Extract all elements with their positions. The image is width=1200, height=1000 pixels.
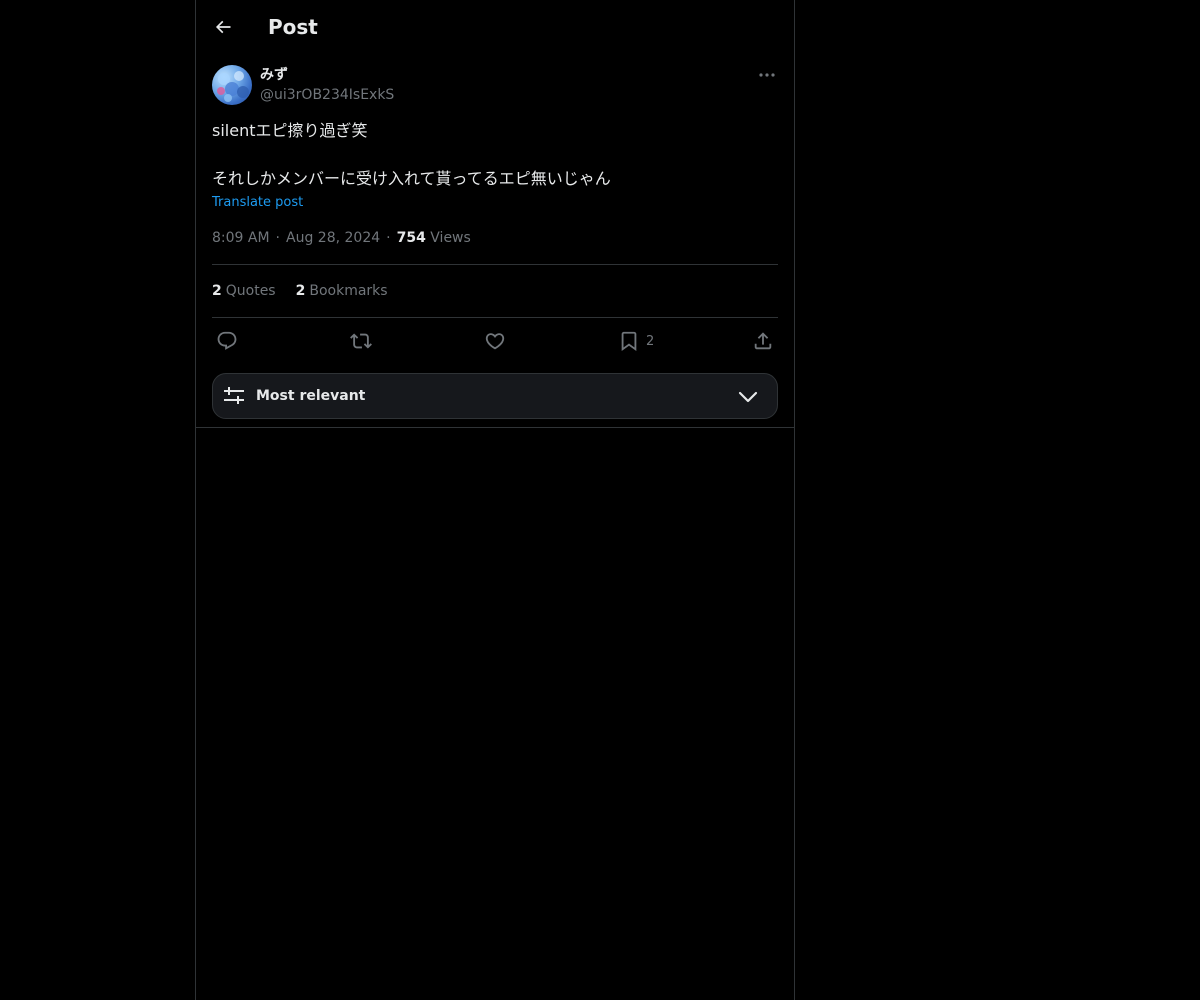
bookmarks-stat[interactable]: 2 Bookmarks bbox=[296, 281, 388, 301]
avatar[interactable] bbox=[212, 65, 252, 105]
share-icon bbox=[752, 330, 774, 352]
post-date[interactable]: Aug 28, 2024 bbox=[286, 228, 380, 248]
views-count: 754 bbox=[396, 230, 426, 246]
bookmark-button[interactable]: 2 bbox=[618, 327, 654, 355]
quotes-stat[interactable]: 2 Quotes bbox=[212, 281, 276, 301]
quotes-label: Quotes bbox=[225, 283, 276, 299]
bookmarks-count: 2 bbox=[295, 283, 306, 299]
sort-label: Most relevant bbox=[256, 388, 366, 404]
author-handle[interactable]: @ui3rOB234IsExkS bbox=[260, 86, 394, 104]
bookmark-count: 2 bbox=[646, 333, 655, 349]
divider bbox=[212, 317, 778, 318]
share-button[interactable] bbox=[752, 327, 774, 355]
main-column: Post みず @ui3rOB234IsExkS silentエピ擦り過ぎ笑 そ… bbox=[195, 0, 795, 1000]
heart-icon bbox=[484, 330, 506, 352]
more-icon bbox=[759, 72, 775, 78]
chevron-down-icon bbox=[737, 386, 759, 408]
post-text: silentエピ擦り過ぎ笑 それしかメンバーに受け入れて貰ってるエピ無いじゃん bbox=[212, 121, 611, 188]
replies-sort-dropdown[interactable]: Most relevant bbox=[212, 373, 778, 419]
views-label: Views bbox=[430, 230, 471, 246]
more-options-button[interactable] bbox=[756, 65, 778, 85]
post-meta: 8:09 AM · Aug 28, 2024 · 754 Views bbox=[212, 228, 471, 248]
quotes-count: 2 bbox=[212, 283, 222, 299]
header: Post bbox=[196, 0, 794, 53]
author-name[interactable]: みず bbox=[260, 66, 288, 84]
bookmarks-label: Bookmarks bbox=[309, 283, 388, 299]
repost-button[interactable] bbox=[350, 327, 372, 355]
meta-separator: · bbox=[275, 230, 280, 246]
like-button[interactable] bbox=[484, 327, 506, 355]
divider bbox=[212, 264, 778, 265]
action-bar: 2 bbox=[212, 327, 778, 355]
arrow-left-icon bbox=[213, 17, 233, 37]
reply-button[interactable] bbox=[216, 327, 238, 355]
meta-separator: · bbox=[386, 230, 391, 246]
reply-icon bbox=[216, 330, 238, 352]
page: Post みず @ui3rOB234IsExkS silentエピ擦り過ぎ笑 そ… bbox=[0, 0, 1200, 1000]
post-time[interactable]: 8:09 AM bbox=[212, 228, 270, 248]
translate-post-link[interactable]: Translate post bbox=[212, 194, 303, 212]
page-title: Post bbox=[268, 15, 318, 39]
sliders-icon bbox=[223, 385, 245, 407]
views: 754 Views bbox=[397, 228, 471, 248]
post-stats: 2 Quotes 2 Bookmarks bbox=[212, 281, 388, 301]
section-divider bbox=[196, 427, 794, 428]
bookmark-icon bbox=[618, 330, 640, 352]
back-button[interactable] bbox=[206, 10, 240, 44]
repost-icon bbox=[350, 330, 372, 352]
